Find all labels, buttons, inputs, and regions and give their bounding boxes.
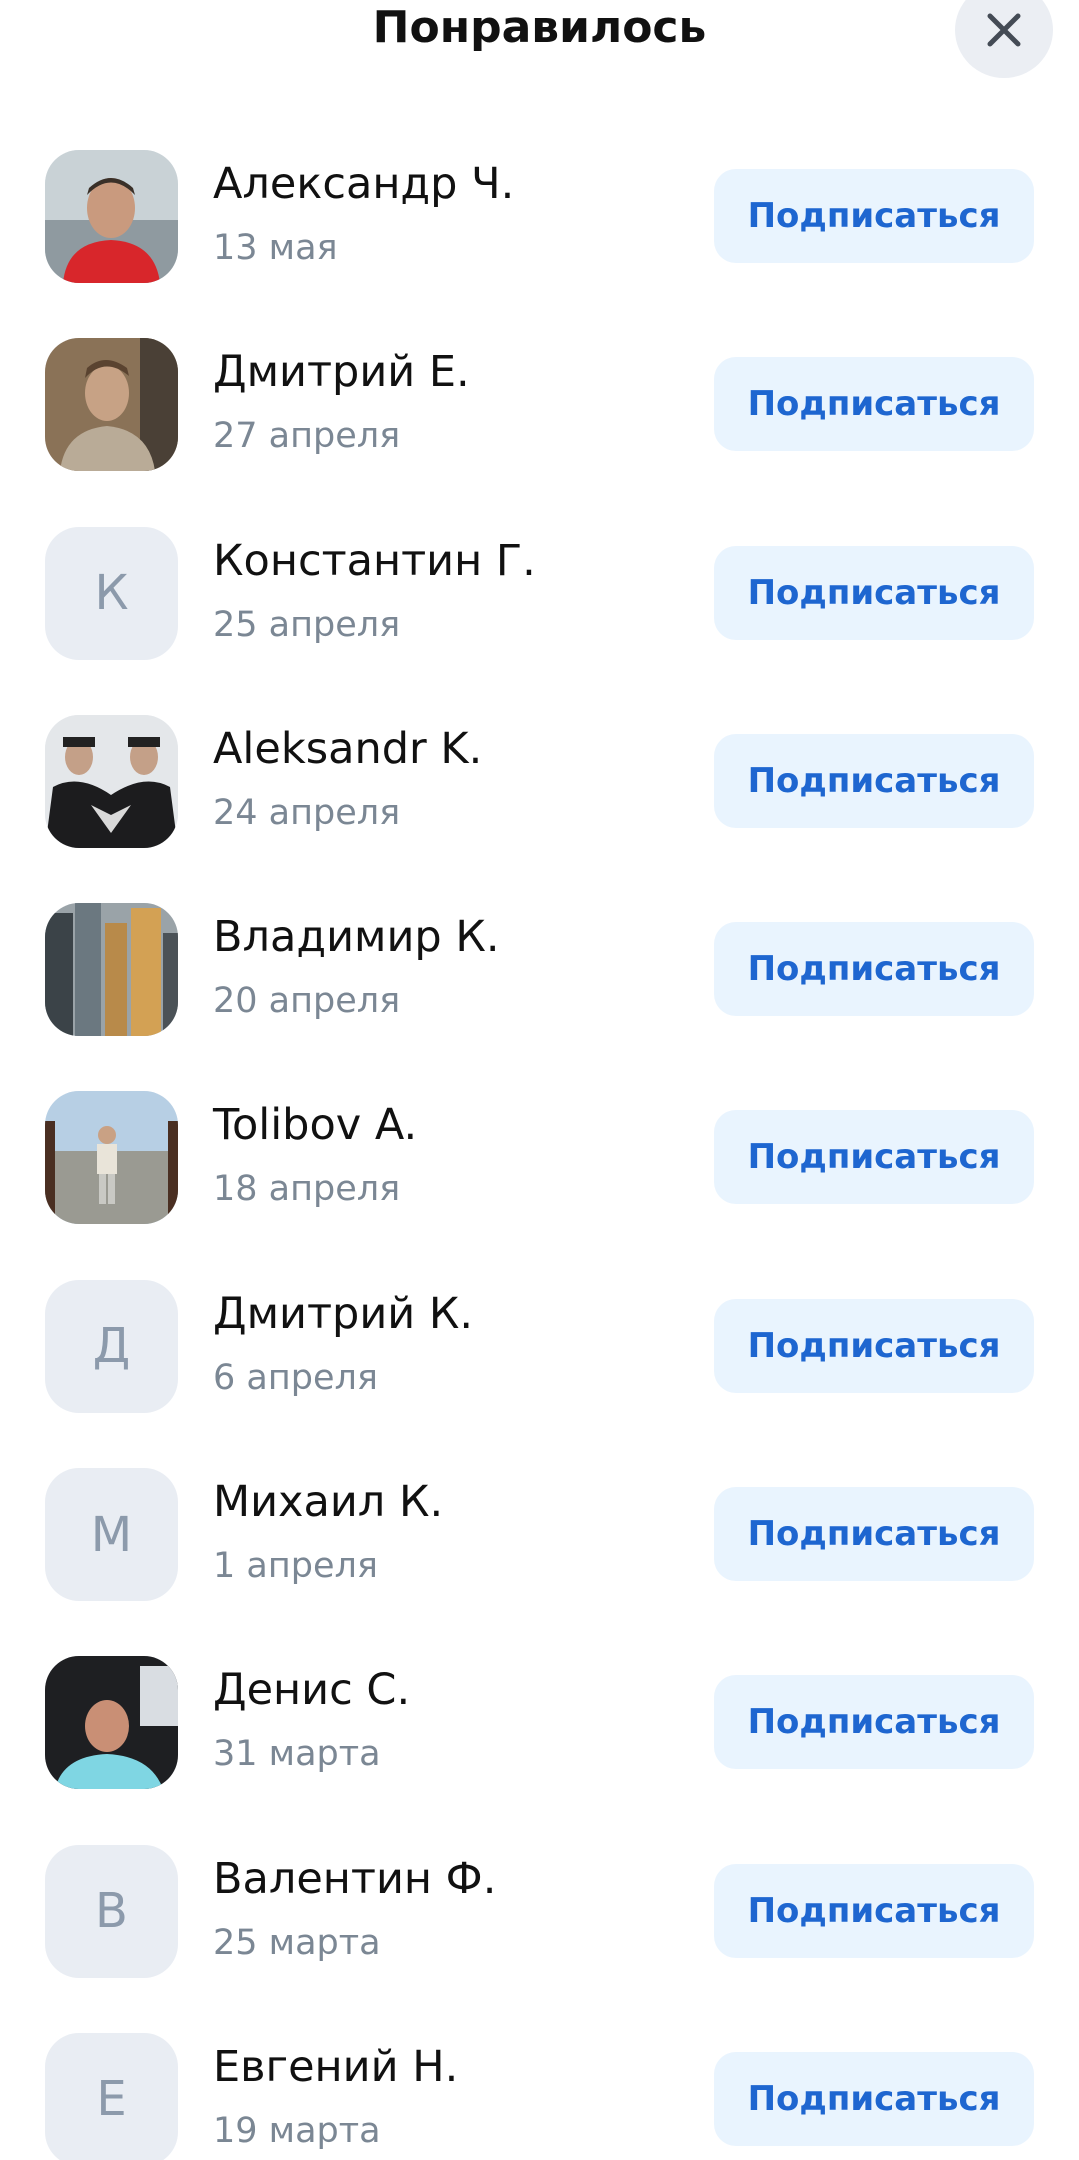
avatar-placeholder[interactable]: М <box>45 1468 178 1602</box>
user-name[interactable]: Валентин Ф. <box>213 1853 496 1905</box>
page-title: Понравилось <box>372 2 707 53</box>
avatar-placeholder[interactable]: В <box>45 1844 178 1978</box>
subscribe-button[interactable]: Подписаться <box>714 357 1034 452</box>
subscribe-button[interactable]: Подписаться <box>714 1863 1034 1958</box>
user-name[interactable]: Константин Г. <box>213 535 536 587</box>
header: Понравилось <box>0 0 1079 78</box>
avatar-photo <box>45 903 178 1037</box>
like-date: 31 марта <box>213 1734 381 1775</box>
like-date: 19 марта <box>213 2110 381 2151</box>
like-date: 24 апреля <box>213 792 401 833</box>
avatar[interactable] <box>45 714 178 848</box>
user-name[interactable]: Денис С. <box>213 1664 410 1716</box>
close-button[interactable] <box>955 0 1053 78</box>
list-item: К Константин Г. 25 апреля Подписаться <box>0 526 1079 715</box>
list-item: В Валентин Ф. 25 марта Подписаться <box>0 1844 1079 2033</box>
avatar-placeholder[interactable]: Д <box>45 1279 178 1413</box>
user-name[interactable]: Дмитрий Е. <box>213 346 470 398</box>
likes-sheet: Понравилось Александр Ч. 13 мая Подписат… <box>0 0 1079 2160</box>
avatar-letter: М <box>90 1506 133 1563</box>
subscribe-button[interactable]: Подписаться <box>714 922 1034 1017</box>
avatar-photo <box>45 1091 178 1225</box>
subscribe-button[interactable]: Подписаться <box>714 169 1034 263</box>
avatar[interactable] <box>45 903 178 1037</box>
list-item: Д Дмитрий К. 6 апреля Подписаться <box>0 1279 1079 1468</box>
avatar-letter: К <box>94 565 129 622</box>
subscribe-button[interactable]: Подписаться <box>714 2051 1034 2146</box>
avatar-placeholder[interactable]: Е <box>45 2032 178 2160</box>
user-name[interactable]: Aleksandr K. <box>213 723 482 775</box>
list-item: М Михаил К. 1 апреля Подписаться <box>0 1468 1079 1656</box>
avatar[interactable] <box>45 338 178 472</box>
avatar[interactable] <box>45 150 178 283</box>
like-date: 27 апреля <box>213 416 401 457</box>
user-name[interactable]: Владимир К. <box>213 911 500 963</box>
avatar-placeholder[interactable]: К <box>45 526 178 660</box>
subscribe-button[interactable]: Подписаться <box>714 733 1034 828</box>
list-item: Владимир К. 20 апреля Подписаться <box>0 903 1079 1091</box>
subscribe-button[interactable]: Подписаться <box>714 545 1034 640</box>
user-name[interactable]: Александр Ч. <box>213 158 514 210</box>
avatar-photo <box>45 150 178 283</box>
user-name[interactable]: Михаил К. <box>213 1476 443 1528</box>
subscribe-button[interactable]: Подписаться <box>714 1110 1034 1205</box>
avatar-letter: В <box>95 1883 128 1940</box>
subscribe-button[interactable]: Подписаться <box>714 1487 1034 1582</box>
user-name[interactable]: Tolibov A. <box>213 1099 417 1151</box>
list-item: Tolibov A. 18 апреля Подписаться <box>0 1091 1079 1279</box>
like-date: 6 апреля <box>213 1357 378 1398</box>
user-name[interactable]: Евгений Н. <box>213 2041 458 2093</box>
user-list: Александр Ч. 13 мая Подписаться Дмитрий … <box>0 150 1079 2160</box>
subscribe-button[interactable]: Подписаться <box>714 1675 1034 1770</box>
user-name[interactable]: Дмитрий К. <box>213 1288 473 1340</box>
avatar[interactable] <box>45 1091 178 1225</box>
avatar[interactable] <box>45 1656 178 1790</box>
list-item: Aleksandr K. 24 апреля Подписаться <box>0 714 1079 903</box>
list-item: Александр Ч. 13 мая Подписаться <box>0 150 1079 338</box>
list-item: Денис С. 31 марта Подписаться <box>0 1656 1079 1844</box>
close-icon <box>987 13 1021 47</box>
like-date: 25 апреля <box>213 604 401 645</box>
subscribe-button[interactable]: Подписаться <box>714 1298 1034 1393</box>
list-item: Дмитрий Е. 27 апреля Подписаться <box>0 338 1079 526</box>
like-date: 25 марта <box>213 1922 381 1963</box>
avatar-photo <box>45 1656 178 1790</box>
avatar-letter: Д <box>92 1318 131 1375</box>
list-item: Е Евгений Н. 19 марта Подписаться <box>0 2032 1079 2160</box>
like-date: 1 апреля <box>213 1546 378 1587</box>
avatar-letter: Е <box>96 2071 127 2128</box>
like-date: 20 апреля <box>213 981 401 1022</box>
avatar-photo <box>45 714 178 848</box>
avatar-photo <box>45 338 178 472</box>
like-date: 13 мая <box>213 228 338 268</box>
like-date: 18 апреля <box>213 1169 401 1210</box>
